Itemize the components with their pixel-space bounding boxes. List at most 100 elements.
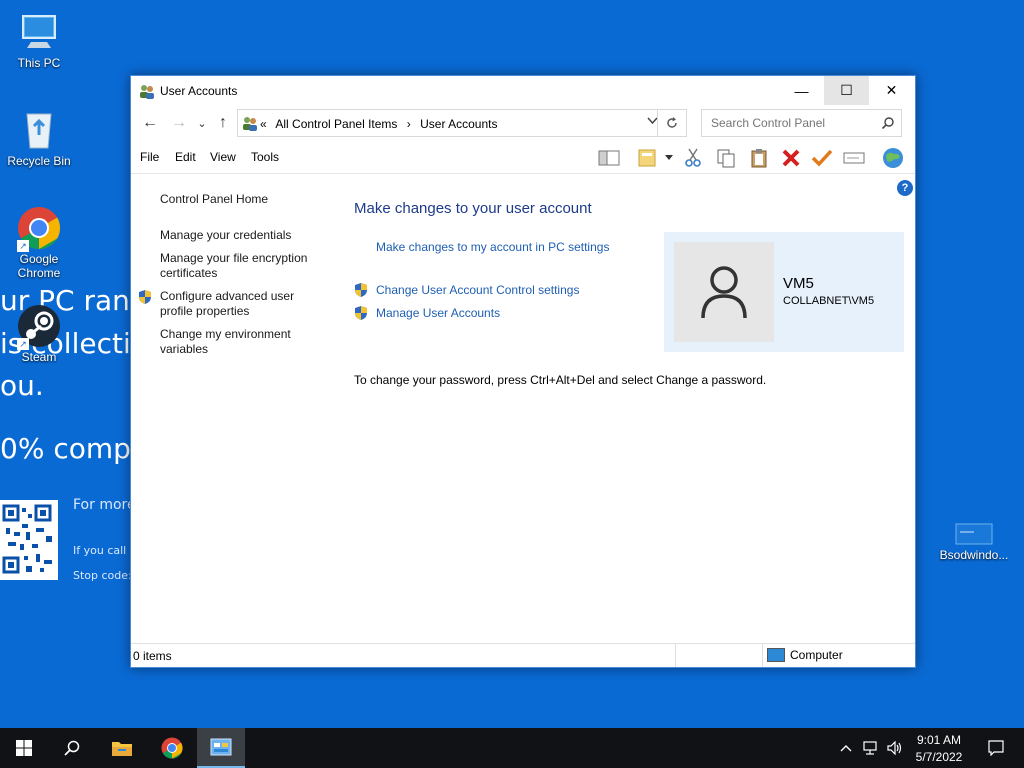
search-button[interactable] <box>48 728 96 768</box>
refresh-icon <box>667 117 677 128</box>
layout-pane-icon[interactable] <box>598 147 620 169</box>
chrome-icon: ↗ <box>17 206 61 252</box>
up-button[interactable]: ↑ <box>212 111 234 135</box>
shield-icon <box>354 305 368 321</box>
desktop-icon-label: Google Chrome <box>17 252 61 280</box>
menu-bar: File Edit View Tools <box>131 141 915 174</box>
search-input[interactable] <box>709 115 883 131</box>
minimize-button[interactable]: — <box>779 76 824 105</box>
maximize-button[interactable]: ☐ <box>824 76 869 105</box>
globe-icon[interactable] <box>882 147 904 169</box>
network-button[interactable] <box>859 728 883 768</box>
user-domain: COLLABNET\VM5 <box>783 295 875 307</box>
computer-icon <box>17 10 61 54</box>
menu-view[interactable]: View <box>210 150 236 164</box>
status-divider <box>675 644 676 667</box>
help-icon[interactable]: ? <box>897 180 913 196</box>
chrome-icon <box>161 737 183 759</box>
desktop-icon-label: Steam <box>21 350 57 364</box>
properties-icon[interactable] <box>636 147 658 169</box>
manage-credentials-link[interactable]: Manage your credentials <box>160 228 325 243</box>
steam-icon: ↗ <box>17 304 61 350</box>
avatar[interactable] <box>674 242 774 342</box>
taskbar-file-explorer[interactable] <box>98 728 146 768</box>
desktop-icon-label: Recycle Bin <box>7 154 71 168</box>
network-icon <box>863 741 877 755</box>
search-box[interactable] <box>701 109 902 137</box>
forward-button[interactable]: → <box>168 111 190 135</box>
search-icon[interactable] <box>881 116 895 130</box>
environment-variables-link[interactable]: Change my environment variables <box>160 327 325 357</box>
check-icon[interactable] <box>811 147 833 169</box>
file-encryption-link[interactable]: Manage your file encryption certificates <box>160 251 325 281</box>
item-count: 0 items <box>133 649 172 663</box>
status-location: Computer <box>767 648 843 662</box>
search-icon <box>64 740 80 756</box>
windows-icon <box>16 740 32 756</box>
desktop-icon-label: Bsodwindo... <box>939 548 1009 562</box>
control-panel-icon <box>242 115 258 131</box>
breadcrumb-separator[interactable]: › <box>407 117 411 131</box>
user-accounts-icon <box>139 83 155 99</box>
clock-date[interactable]: 5/7/2022 <box>908 750 970 764</box>
close-button[interactable]: ✕ <box>869 76 914 105</box>
start-button[interactable] <box>0 728 48 768</box>
show-hidden-icons-button[interactable] <box>834 728 858 768</box>
page-title: Make changes to your user account <box>354 200 592 217</box>
menu-tools[interactable]: Tools <box>251 150 279 164</box>
address-bar[interactable]: « All Control Panel Items › User Account… <box>237 109 687 137</box>
recycle-bin-icon <box>17 108 61 152</box>
window-title: User Accounts <box>160 84 238 98</box>
computer-icon <box>767 648 785 662</box>
control-panel-icon <box>210 738 232 756</box>
breadcrumb-item-user-accounts[interactable]: User Accounts <box>420 117 497 131</box>
taskbar-control-panel[interactable] <box>197 728 245 768</box>
desktop-icon-bsod-file[interactable]: Bsodwindo... <box>938 520 1010 562</box>
desktop-icon-recycle-bin[interactable]: Recycle Bin <box>4 108 74 168</box>
background-text-5: For more <box>73 497 136 513</box>
menu-file[interactable]: File <box>140 150 159 164</box>
title-bar[interactable]: User Accounts — ☐ ✕ <box>131 76 915 105</box>
back-button[interactable]: ← <box>139 111 161 135</box>
desktop-icon-steam[interactable]: ↗ Steam <box>4 304 74 364</box>
content-area: ? Control Panel Home Manage your credent… <box>131 178 915 644</box>
notification-icon <box>988 740 1004 756</box>
cut-icon[interactable] <box>682 147 704 169</box>
uac-settings-link[interactable]: Change User Account Control settings <box>376 283 579 297</box>
advanced-profile-link[interactable]: Configure advanced user profile properti… <box>160 289 325 319</box>
desktop-icon-chrome[interactable]: ↗ Google Chrome <box>4 206 74 280</box>
speaker-icon <box>887 741 902 755</box>
menu-edit[interactable]: Edit <box>175 150 196 164</box>
rename-icon[interactable] <box>843 147 865 169</box>
user-accounts-window: User Accounts — ☐ ✕ ← → ⌄ ↑ « All Contro… <box>130 75 916 668</box>
password-hint: To change your password, press Ctrl+Alt+… <box>354 373 767 387</box>
delete-icon[interactable] <box>780 147 802 169</box>
qr-code <box>0 500 58 580</box>
refresh-button[interactable] <box>657 110 686 136</box>
manage-user-accounts-link[interactable]: Manage User Accounts <box>376 306 500 320</box>
file-icon <box>952 520 996 546</box>
background-text-3: ou. <box>0 369 44 402</box>
paste-icon[interactable] <box>748 147 770 169</box>
background-text-6: If you call a <box>73 544 137 557</box>
background-text-7: Stop code: <box>73 569 132 582</box>
shield-icon <box>354 282 368 298</box>
breadcrumb-item-all-control-panel[interactable]: All Control Panel Items <box>275 117 397 131</box>
user-name: VM5 <box>783 275 814 292</box>
taskbar: 9:01 AM 5/7/2022 <box>0 728 1024 768</box>
chevron-up-icon <box>840 745 852 752</box>
status-bar: 0 items Computer <box>131 643 915 667</box>
breadcrumb: « All Control Panel Items › User Account… <box>260 117 503 131</box>
copy-icon[interactable] <box>715 147 737 169</box>
desktop-icon-this-pc[interactable]: This PC <box>4 10 74 70</box>
clock-time[interactable]: 9:01 AM <box>908 733 970 747</box>
action-center-button[interactable] <box>972 728 1020 768</box>
volume-button[interactable] <box>883 728 907 768</box>
properties-dropdown-icon[interactable] <box>663 147 675 169</box>
control-panel-home-link[interactable]: Control Panel Home <box>160 192 325 207</box>
taskbar-chrome[interactable] <box>148 728 196 768</box>
shield-icon <box>138 289 152 305</box>
recent-locations-button[interactable]: ⌄ <box>191 111 213 135</box>
pc-settings-link[interactable]: Make changes to my account in PC setting… <box>376 240 609 254</box>
breadcrumb-overflow[interactable]: « <box>260 117 267 131</box>
